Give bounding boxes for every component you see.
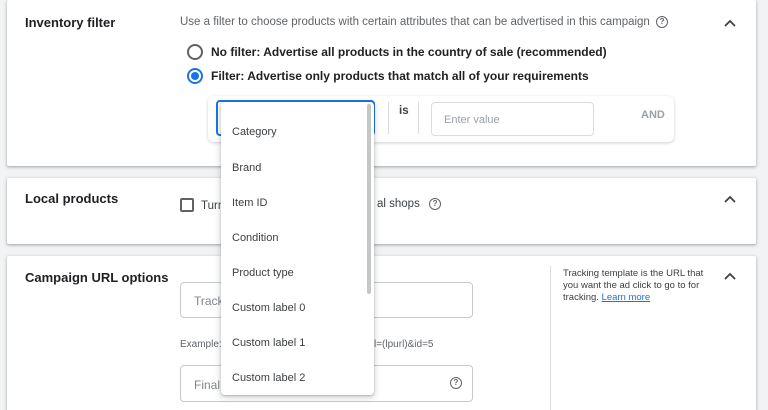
local-products-label-end: al shops ? [377,198,442,211]
learn-more-link[interactable]: Learn more [602,292,651,303]
operator-label: is [399,105,409,117]
operator-divider-2 [418,102,419,134]
dropdown-item-category[interactable]: Category [232,126,277,138]
value-input-placeholder: Enter value [444,114,500,126]
dropdown-item-brand[interactable]: Brand [232,162,261,174]
radio-filter[interactable]: Filter: Advertise only products that mat… [187,68,589,84]
dropdown-item-item-id[interactable]: Item ID [232,197,267,209]
inventory-filter-title: Inventory filter [25,15,116,30]
help-icon[interactable]: ? [450,377,462,389]
help-panel-divider [550,266,551,410]
radio-no-filter-label: No filter: Advertise all products in the… [211,45,607,59]
chevron-up-icon[interactable] [723,269,737,283]
radio-filter-label: Filter: Advertise only products that mat… [211,69,589,83]
radio-selected-icon[interactable] [187,68,203,84]
example-text-suffix: l=(lpurl)&id=5 [374,339,434,350]
dropdown-item-custom-label-1[interactable]: Custom label 1 [232,337,305,349]
operator-divider [388,102,389,134]
checkbox-unchecked-icon[interactable] [180,198,194,212]
attribute-dropdown-menu: Category Brand Item ID Condition Product… [221,102,374,395]
radio-unselected-icon[interactable] [187,44,203,60]
local-products-label-end-text: al shops [377,198,420,211]
and-button[interactable]: AND [641,109,665,121]
campaign-url-title: Campaign URL options [25,270,169,285]
chevron-up-icon[interactable] [723,16,737,30]
tracking-help-text: Tracking template is the URL that you wa… [563,268,713,304]
inventory-filter-description: Use a filter to choose products with cer… [180,16,669,29]
inventory-filter-card: Inventory filter Use a filter to choose … [7,0,756,166]
inventory-filter-description-text: Use a filter to choose products with cer… [180,16,650,29]
help-icon[interactable]: ? [429,198,442,210]
dropdown-item-custom-label-2[interactable]: Custom label 2 [232,372,305,384]
chevron-up-icon[interactable] [723,192,737,206]
dropdown-scrollbar[interactable] [367,104,371,294]
dropdown-item-product-type[interactable]: Product type [232,267,294,279]
value-input[interactable]: Enter value [431,102,594,136]
dropdown-item-custom-label-0[interactable]: Custom label 0 [232,302,305,314]
help-icon[interactable]: ? [656,16,669,28]
campaign-url-card: Campaign URL options Tracki Example: I l… [7,256,756,410]
local-products-title: Local products [25,191,119,206]
radio-no-filter[interactable]: No filter: Advertise all products in the… [187,44,607,60]
local-products-card: Local products Turn al shops ? [7,178,756,244]
dropdown-item-condition[interactable]: Condition [232,232,278,244]
